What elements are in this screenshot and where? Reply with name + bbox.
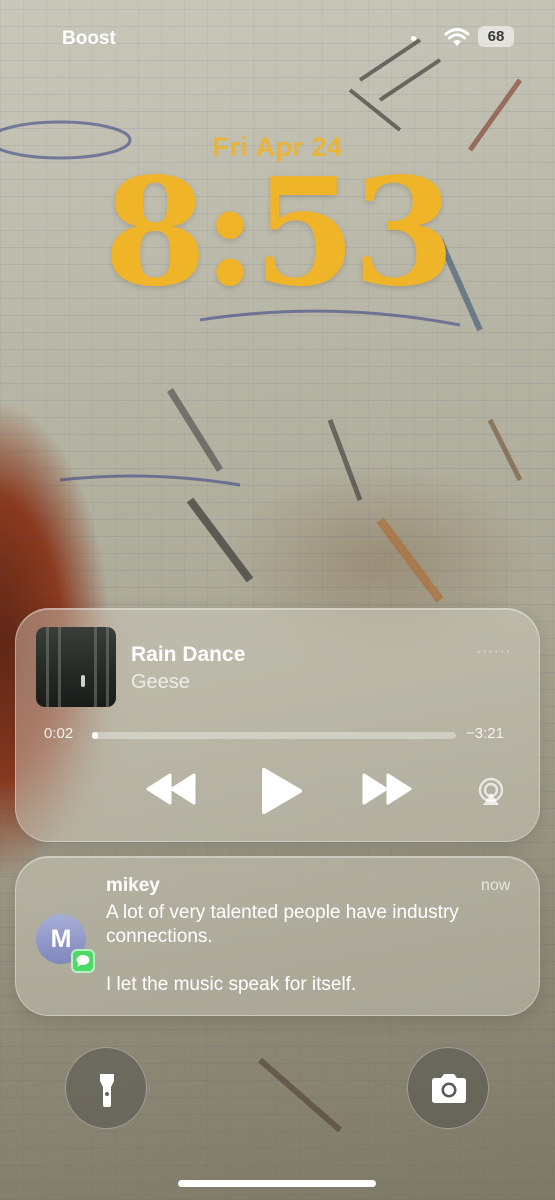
fast-forward-icon[interactable] [360,773,412,805]
playback-progress [92,732,98,739]
playback-scrubber[interactable] [92,732,456,739]
notification-time: now [481,877,511,894]
track-title: Rain Dance [131,643,246,666]
elapsed-time: 0:02 [44,725,74,742]
album-artwork[interactable] [36,627,116,707]
track-artist: Geese [131,671,190,693]
carrier-label: Boost [62,28,116,49]
wifi-icon [444,28,470,46]
lock-clock: 8:53 [103,145,456,319]
signal-dot-icon [411,36,416,41]
message-line: I let the music speak for itself. [106,974,357,995]
rewind-icon[interactable] [146,773,198,805]
messages-icon [71,949,95,973]
message-line: A lot of very talented people have indus… [106,902,459,947]
flashlight-icon [100,1074,114,1107]
status-bar: Boost 68 [0,0,555,70]
now-playing-widget[interactable]: Rain Dance Geese ······ 0:02 −3:21 [15,608,540,842]
camera-icon [432,1074,466,1103]
flashlight-button[interactable] [65,1047,147,1129]
battery-level: 68 [487,28,505,45]
audio-level-icon: ······ [476,643,511,660]
notification-sender: mikey [106,875,160,896]
home-indicator[interactable] [178,1180,376,1187]
play-icon[interactable] [260,767,304,815]
camera-button[interactable] [407,1047,489,1129]
message-notification[interactable]: M mikey now A lot of very talented peopl… [15,856,540,1016]
remaining-time: −3:21 [466,725,504,742]
battery-icon: 68 [478,26,514,47]
airplay-icon[interactable] [476,777,506,807]
notification-body: A lot of very talented people have indus… [106,901,516,1021]
